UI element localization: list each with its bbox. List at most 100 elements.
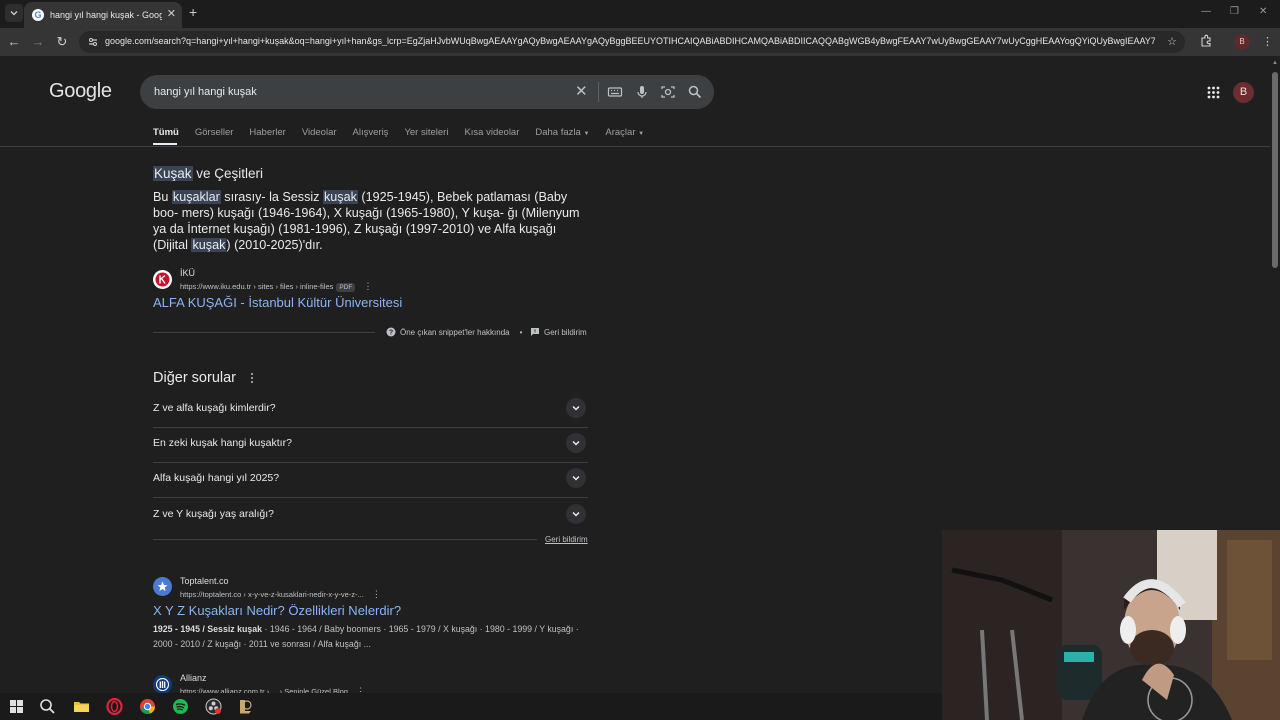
league-client-icon[interactable] <box>237 698 254 715</box>
result-title-link[interactable]: X Y Z Kuşakları Nedir? Özellikleri Neler… <box>153 603 401 618</box>
allianz-favicon-icon[interactable] <box>153 675 172 694</box>
tab-places[interactable]: Yer siteleri <box>404 127 448 141</box>
expand-button[interactable] <box>566 433 586 453</box>
google-apps-icon[interactable] <box>1207 86 1220 99</box>
active-tab[interactable]: G hangi yıl hangi kuşak - Google'da Ara … <box>24 2 182 28</box>
paa-question[interactable]: En zeki kuşak hangi kuşaktır? <box>153 428 588 463</box>
webcam-overlay <box>942 530 1280 720</box>
svg-text:?: ? <box>389 330 393 337</box>
paa-question-text: En zeki kuşak hangi kuşaktır? <box>153 437 292 449</box>
tab-tools[interactable]: Araçlar ▼ <box>605 127 644 141</box>
tab-news[interactable]: Haberler <box>249 127 285 141</box>
tab-strip: G hangi yıl hangi kuşak - Google'da Ara … <box>0 0 1280 28</box>
about-snippets-link[interactable]: ? Öne çıkan snippet'ler hakkında • <box>386 327 522 337</box>
tab-images[interactable]: Görseller <box>195 127 234 141</box>
address-bar[interactable]: google.com/search?q=hangi+yıl+hangi+kuşa… <box>79 31 1185 53</box>
search-box[interactable]: hangi yıl hangi kuşak ✕ <box>140 75 714 109</box>
tab-more-label: Daha fazla <box>535 127 581 138</box>
paa-question[interactable]: Z ve Y kuşağı yaş aralığı? <box>153 499 588 534</box>
browser-menu-icon[interactable]: ⋮ <box>1262 35 1273 48</box>
result-snippet-bold: 1925 - 1945 / Sessiz kuşak <box>153 624 263 634</box>
paa-feedback-link[interactable]: Geri bildirim <box>545 535 588 544</box>
windows-start-icon[interactable] <box>8 698 25 715</box>
obs-record-icon[interactable] <box>205 698 222 715</box>
active-tab-indicator <box>153 143 177 145</box>
paa-question-text: Z ve Y kuşağı yaş aralığı? <box>153 508 275 520</box>
feedback-icon <box>531 328 539 336</box>
minimize-icon[interactable]: — <box>1201 6 1211 17</box>
scrollbar-thumb[interactable] <box>1272 72 1278 268</box>
scroll-up-icon[interactable]: ▲ <box>1272 60 1278 66</box>
caret-down-icon: ▼ <box>638 131 645 137</box>
expand-button[interactable] <box>566 468 586 488</box>
account-avatar[interactable]: B <box>1233 82 1254 103</box>
snippet-text: ) (2010-2025)'dır. <box>226 238 323 252</box>
header-divider <box>0 146 1270 147</box>
search-icon[interactable] <box>687 84 703 100</box>
expand-button[interactable] <box>566 398 586 418</box>
snippet-feedback-link[interactable]: Geri bildirim <box>530 327 587 337</box>
paa-heading: Diğer sorular <box>153 370 236 386</box>
more-options-icon[interactable] <box>249 372 255 384</box>
new-tab-icon[interactable]: + <box>189 5 197 19</box>
restore-icon[interactable]: ❐ <box>1230 6 1239 17</box>
chrome-icon[interactable] <box>139 698 156 715</box>
source-url[interactable]: https://www.iku.edu.tr › sites › files ›… <box>180 281 372 292</box>
webcam-image <box>942 530 1280 720</box>
result-url[interactable]: https://toptalent.co › x-y-ve-z-kusaklar… <box>180 589 381 600</box>
pdf-badge: PDF <box>336 283 356 292</box>
chevron-down-icon <box>572 440 580 446</box>
opera-gx-icon[interactable] <box>106 698 123 715</box>
paa-question[interactable]: Z ve alfa kuşağı kimlerdir? <box>153 393 588 428</box>
snippet-text: sırasıy- la Sessiz <box>220 190 323 204</box>
browser-toolbar: ← → ↻ google.com/search?q=hangi+yıl+hang… <box>0 28 1280 56</box>
clear-icon[interactable]: ✕ <box>575 84 588 100</box>
tab-search-button[interactable] <box>5 4 23 22</box>
lens-camera-icon[interactable] <box>660 84 676 100</box>
reload-icon[interactable]: ↻ <box>54 34 70 50</box>
keyboard-icon[interactable] <box>607 84 623 100</box>
close-window-icon[interactable]: ✕ <box>1259 6 1267 17</box>
url-text: google.com/search?q=hangi+yıl+hangi+kuşa… <box>105 36 1155 46</box>
paa-question[interactable]: Alfa kuşağı hangi yıl 2025? <box>153 463 588 498</box>
search-input[interactable]: hangi yıl hangi kuşak <box>154 86 257 98</box>
iku-logo-icon[interactable] <box>153 270 172 289</box>
paa-question-text: Z ve alfa kuşağı kimlerdir? <box>153 402 276 414</box>
forward-icon[interactable]: → <box>30 34 46 50</box>
source-title-link[interactable]: ALFA KUŞAĞI - İstanbul Kültür Üniversite… <box>153 295 402 310</box>
tab-close-icon[interactable]: ✕ <box>167 8 176 20</box>
tab-videos[interactable]: Videolar <box>302 127 337 141</box>
source-name[interactable]: İKÜ <box>180 268 195 278</box>
result-snippet: 1925 - 1945 / Sessiz kuşak · 1946 - 1964… <box>153 622 593 652</box>
more-options-icon[interactable]: ⋮ <box>363 281 372 291</box>
tab-short-videos[interactable]: Kısa videolar <box>464 127 519 141</box>
chevron-down-icon <box>572 475 580 481</box>
google-favicon-icon: G <box>32 9 44 21</box>
file-explorer-icon[interactable] <box>73 698 90 715</box>
help-icon: ? <box>386 327 396 337</box>
browser-profile-avatar[interactable]: B <box>1234 34 1250 50</box>
spotify-icon[interactable] <box>172 698 189 715</box>
snippet-highlight: kuşaklar <box>171 190 221 204</box>
taskbar-search-icon[interactable] <box>39 698 56 715</box>
result-site-name[interactable]: Toptalent.co <box>180 576 229 586</box>
tab-tools-label: Araçlar <box>605 127 636 138</box>
microphone-icon[interactable] <box>634 84 650 100</box>
tab-shopping[interactable]: Alışveriş <box>353 127 389 141</box>
extensions-icon[interactable] <box>1199 34 1213 48</box>
separator-dot: • <box>519 327 523 337</box>
toptalent-favicon-icon[interactable] <box>153 577 172 596</box>
expand-button[interactable] <box>566 504 586 524</box>
search-tabs: Tümü Görseller Haberler Videolar Alışver… <box>153 127 660 141</box>
more-options-icon[interactable]: ⋮ <box>372 589 381 599</box>
feedback-label: Geri bildirim <box>544 327 587 337</box>
tab-more[interactable]: Daha fazla ▼ <box>535 127 589 141</box>
back-icon[interactable]: ← <box>6 34 22 50</box>
result-site-name[interactable]: Allianz <box>180 673 207 683</box>
snippet-highlight: kuşak <box>191 238 227 252</box>
tab-all[interactable]: Tümü <box>153 127 179 141</box>
site-info-icon[interactable] <box>87 36 99 48</box>
bookmark-star-icon[interactable]: ☆ <box>1167 35 1177 48</box>
google-logo[interactable]: Google <box>49 80 112 103</box>
snippet-text: Bu <box>153 190 172 204</box>
